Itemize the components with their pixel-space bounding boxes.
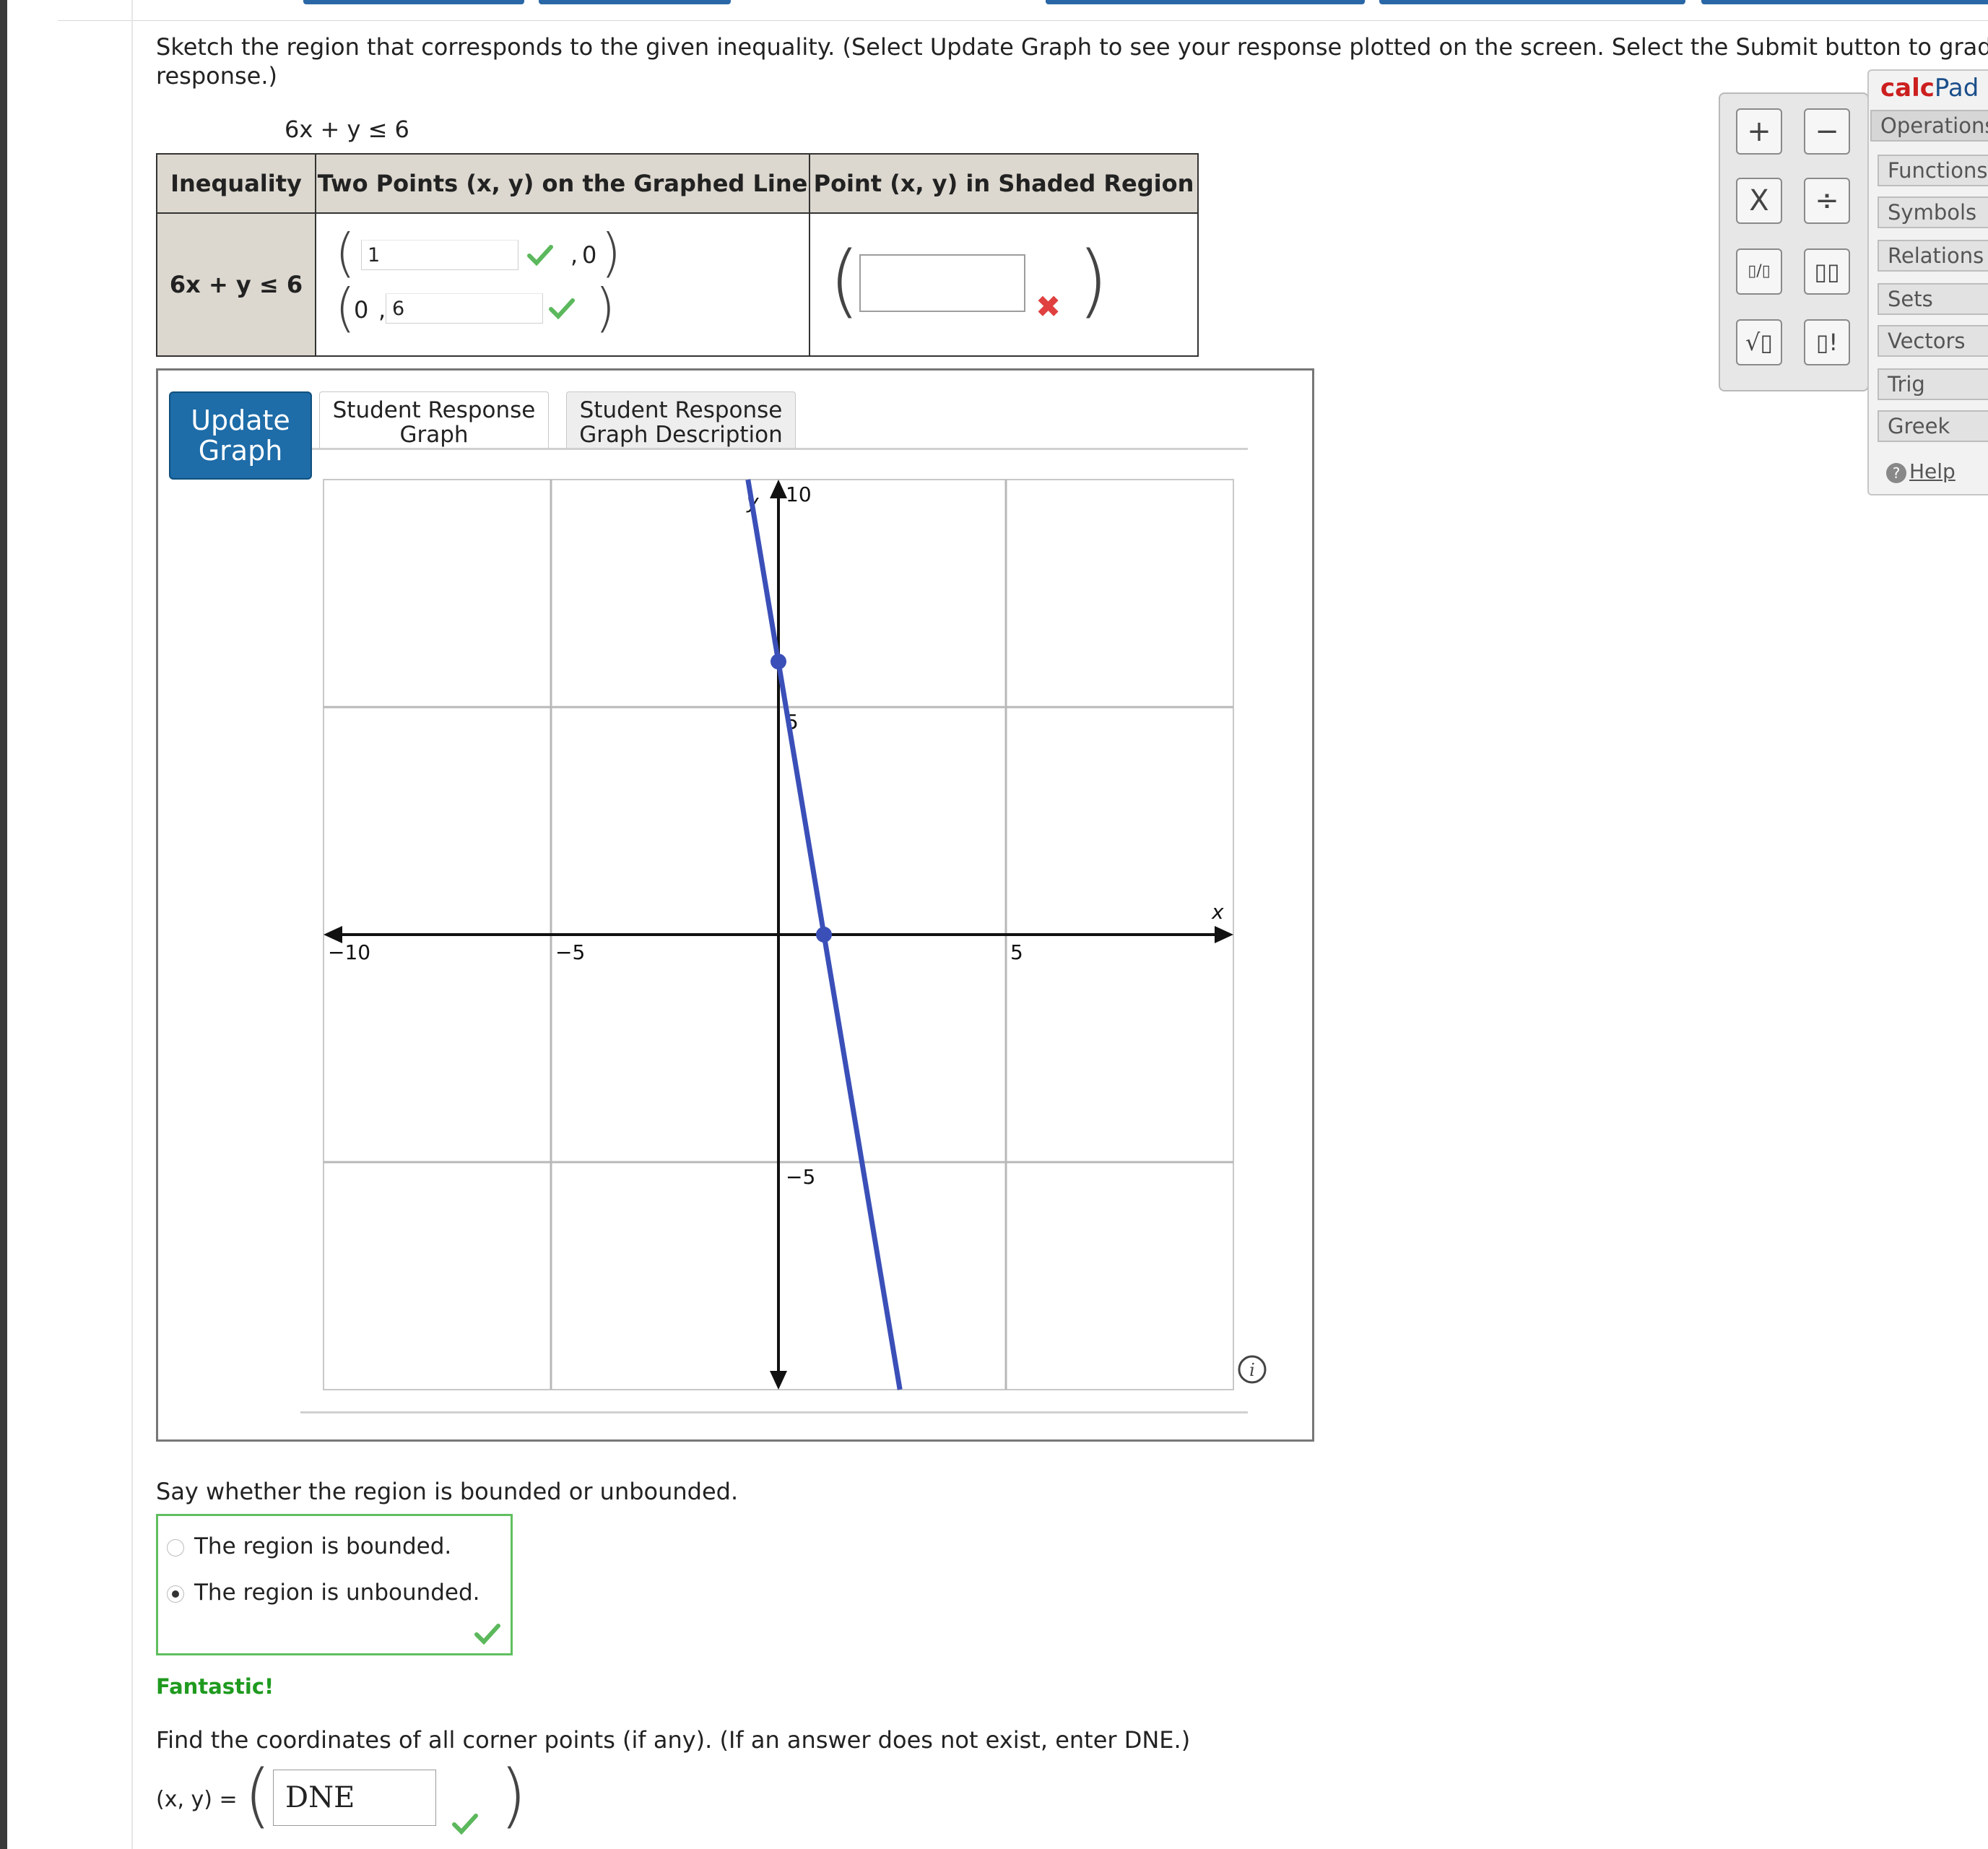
point1-y-value: 0: [582, 241, 597, 269]
graph-bottom-rule: [300, 1411, 1248, 1413]
tab-underline: [312, 448, 1248, 450]
toolbar-button-4[interactable]: [1379, 0, 1685, 4]
paren-close: ): [1077, 234, 1108, 326]
minus-key[interactable]: −: [1804, 108, 1850, 155]
tab-graph-description[interactable]: Student Response Graph Description: [566, 391, 796, 449]
update-graph-button[interactable]: Update Graph: [169, 391, 312, 480]
incorrect-icon: ✖: [1036, 289, 1062, 324]
line-point: [816, 927, 832, 943]
header-two-points: Two Points (x, y) on the Graphed Line: [315, 153, 810, 214]
inequality-table: Inequality Two Points (x, y) on the Grap…: [156, 153, 1199, 357]
point2-x-value: 0: [354, 296, 369, 324]
tab-label: Student Response: [579, 397, 783, 423]
tab-label: Student Response: [332, 397, 536, 423]
shaded-point-cell: ( ✖ ): [809, 212, 1199, 357]
row-inequality: 6x + y ≤ 6: [156, 212, 316, 357]
calcpad-tab-functions[interactable]: Functions: [1878, 155, 1988, 186]
plus-key[interactable]: +: [1736, 108, 1782, 155]
corner-question: Find the coordinates of all corner point…: [156, 1726, 1191, 1754]
svg-text:i: i: [1249, 1360, 1255, 1380]
top-toolbar: [58, 0, 1988, 21]
instructions-line-2: response.): [156, 62, 277, 90]
paren-open: (: [335, 222, 356, 283]
bounded-options: The region is bounded. The region is unb…: [156, 1514, 513, 1655]
paren-close: ): [601, 222, 622, 283]
update-label-2: Graph: [198, 435, 283, 467]
check-icon: [527, 245, 553, 266]
x-tick-label: −5: [555, 940, 585, 964]
shaded-point-input[interactable]: [859, 254, 1025, 312]
y-tick-label: −5: [786, 1165, 815, 1189]
header-inequality: Inequality: [156, 153, 316, 214]
calcpad-tab-trig[interactable]: Trig: [1878, 368, 1988, 400]
tab-label: Graph Description: [579, 422, 783, 448]
info-icon[interactable]: i: [1238, 1355, 1267, 1384]
instructions-line-1: Sketch the region that corresponds to th…: [156, 33, 1988, 61]
calcpad-tab-vectors[interactable]: Vectors: [1878, 325, 1988, 357]
x-tick-label: −10: [328, 940, 370, 964]
update-label-1: Update: [191, 404, 290, 436]
exponent-key[interactable]: ▯▯: [1804, 248, 1850, 295]
calcpad-tab-sets[interactable]: Sets: [1878, 283, 1988, 315]
header-shaded-point: Point (x, y) in Shaded Region: [809, 153, 1199, 214]
line-point: [771, 654, 786, 670]
point2-y-input[interactable]: 6: [386, 293, 543, 324]
corner-label: (x, y) =: [156, 1787, 238, 1812]
check-icon: [549, 298, 575, 319]
check-icon: [474, 1624, 500, 1645]
two-points-cell: ( 1 , 0 ) ( 0 , 6 ): [315, 212, 810, 357]
help-label: Help: [1909, 459, 1956, 483]
point1-x-input[interactable]: 1: [361, 240, 518, 270]
radio-unbounded[interactable]: [167, 1585, 184, 1603]
content-divider: [131, 0, 133, 1849]
paren-open: (: [244, 1755, 272, 1836]
calcpad-help-link[interactable]: ? Help: [1886, 459, 1956, 483]
help-icon: ?: [1886, 463, 1906, 483]
paren-open: (: [829, 234, 860, 326]
times-key[interactable]: X: [1736, 178, 1782, 224]
y-tick-label: 10: [786, 482, 812, 506]
corner-answer-input[interactable]: DNE: [273, 1770, 436, 1826]
paren-open: (: [335, 277, 356, 338]
toolbar-button-2[interactable]: [539, 0, 731, 4]
bounded-question: Say whether the region is bounded or unb…: [156, 1478, 739, 1505]
factorial-key[interactable]: ▯!: [1804, 319, 1850, 365]
calcpad-title: calcPad: [1880, 74, 1979, 103]
calcpad-tab-relations[interactable]: Relations: [1878, 240, 1988, 272]
calcpad-tab-operations[interactable]: Operations: [1870, 110, 1988, 142]
fraction-key[interactable]: ▯/▯: [1736, 248, 1782, 295]
inequality-label: 6x + y ≤ 6: [285, 116, 409, 143]
divide-key[interactable]: ÷: [1804, 178, 1850, 224]
x-axis-label: x: [1211, 900, 1224, 924]
toolbar-button-1[interactable]: [303, 0, 524, 4]
paren-close: ): [595, 277, 616, 338]
tab-label: Graph: [399, 422, 469, 448]
calcpad-tab-greek[interactable]: Greek: [1878, 410, 1988, 442]
tab-student-response-graph[interactable]: Student Response Graph: [319, 391, 549, 449]
option-unbounded-label: The region is unbounded.: [194, 1580, 480, 1606]
calcpad-tab-symbols[interactable]: Symbols: [1878, 196, 1988, 228]
window-edge: [0, 0, 7, 1849]
radio-bounded[interactable]: [167, 1539, 184, 1556]
sqrt-key[interactable]: √▯: [1736, 319, 1782, 365]
graph-area[interactable]: xy −10−55105−5 i: [318, 477, 1278, 1394]
paren-close: ): [500, 1755, 527, 1836]
toolbar-button-3[interactable]: [1046, 0, 1365, 4]
toolbar-button-5[interactable]: [1701, 0, 1988, 4]
option-bounded-label: The region is bounded.: [194, 1533, 452, 1559]
check-icon: [452, 1814, 478, 1835]
feedback-message: Fantastic!: [156, 1674, 274, 1699]
x-tick-label: 5: [1010, 940, 1023, 964]
